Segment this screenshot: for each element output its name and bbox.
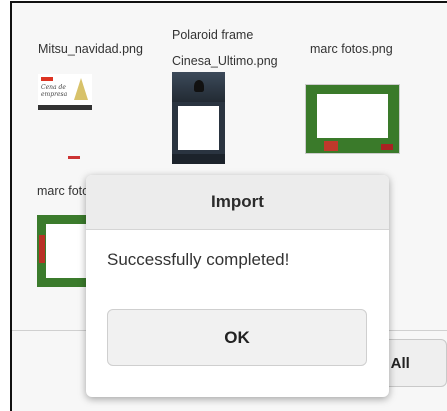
- dialog-message: Successfully completed!: [107, 250, 290, 269]
- brand-logo: [381, 144, 393, 150]
- tree-icon: [74, 78, 88, 100]
- frame-photo-area: [317, 94, 388, 138]
- file-label-polaroid-frame: Polaroid frame: [172, 28, 254, 42]
- brand-logo-small: [68, 156, 80, 159]
- ok-button-label: OK: [224, 327, 250, 347]
- ok-button[interactable]: OK: [107, 309, 367, 366]
- thumbnail-caption: Cena de empresa: [41, 84, 68, 98]
- brand-logo: [41, 77, 53, 81]
- thumbnail-strip: [38, 105, 92, 110]
- file-name-marc-fotos: marc fotos.png: [310, 42, 393, 56]
- file-name-cinesa-ultimo: Cinesa_Ultimo.png: [172, 54, 278, 68]
- thumbnail-mitsu-navidad[interactable]: Cena de empresa: [38, 74, 92, 110]
- ribbon-decoration: [39, 235, 45, 263]
- figure-icon: [194, 80, 204, 92]
- import-dialog: Import Successfully completed! OK: [86, 175, 389, 397]
- polaroid-footer: [172, 154, 225, 164]
- thumbnail-polaroid-frame[interactable]: [172, 72, 225, 164]
- gift-icon: [324, 141, 338, 151]
- thumbnail-marc-fotos-2[interactable]: [37, 215, 89, 287]
- polaroid-photo-area: [178, 106, 219, 150]
- frame-photo-area: [46, 224, 89, 278]
- file-name-mitsu-navidad: Mitsu_navidad.png: [38, 42, 143, 56]
- thumbnail-marc-fotos[interactable]: [305, 84, 400, 154]
- dialog-title: Import: [86, 175, 389, 230]
